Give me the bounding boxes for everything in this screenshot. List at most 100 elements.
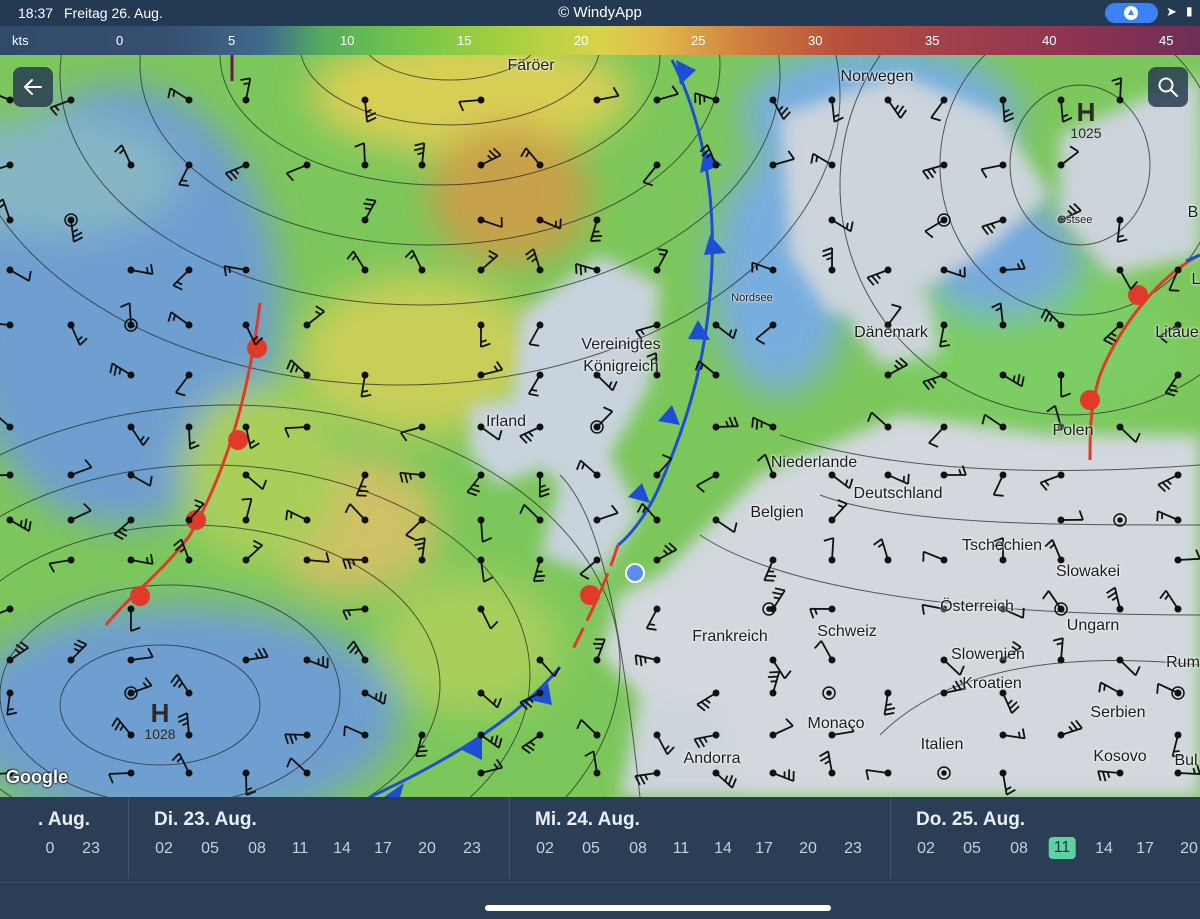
map-label-slowenien: Slowenien [951,646,1025,663]
day-label: Do. 25. Aug. [916,809,1026,830]
legend-tick: 30 [808,33,823,48]
hour-option[interactable]: 02 [917,840,935,858]
legend-tick: 25 [691,33,706,48]
arrow-left-icon [24,79,42,95]
legend-tick: 0 [116,33,124,48]
map-label-daenemark: Dänemark [854,324,928,341]
location-arrow-icon: ➤ [1166,4,1177,19]
map-label-niederlande: Niederlande [770,454,858,471]
map-label-litauen: Litaue [1155,324,1199,341]
map-label-b: B [1187,204,1199,221]
hour-option[interactable]: 23 [463,840,481,858]
location-pill[interactable]: ▲ [1105,3,1158,23]
hour-option[interactable]: 17 [1136,840,1154,858]
current-location-marker[interactable] [625,563,645,583]
legend-tick: 15 [457,33,472,48]
hour-option[interactable]: 23 [844,840,862,858]
hour-option[interactable]: 02 [536,840,554,858]
hour-option[interactable]: 08 [1010,840,1028,858]
map-label-irland: Irland [485,413,527,430]
hour-option[interactable]: 0 [46,840,55,858]
day-separator [128,797,129,879]
map-label-norwegen: Norwegen [840,68,914,85]
status-date: Freitag 26. Aug. [64,5,163,21]
map-label-oesterreich: Österreich [940,598,1014,615]
map-label-faeroer: Färöer [507,57,555,74]
search-icon [1158,77,1178,97]
hour-option[interactable]: 17 [755,840,773,858]
high-pressure-1028: H 1028 [144,700,175,742]
pressure-value: 1025 [1070,125,1102,141]
map-label-serbien: Serbien [1090,704,1146,721]
wind-speed-legend: kts 0 5 10 15 20 25 30 35 40 45 [0,26,1200,55]
day-label: Mi. 24. Aug. [535,809,640,830]
map-label-italien: Italien [920,736,964,753]
signal-icon: ▮ [1186,4,1193,18]
hour-option[interactable]: 11 [292,840,309,858]
timeline-day: Do. 25. Aug. 02 05 08 11 14 17 20 [890,797,1200,882]
map-label-andorra: Andorra [683,750,741,767]
legend-tick: 40 [1042,33,1057,48]
map-label-monaco: Monaco [807,715,865,732]
pressure-value: 1028 [144,726,176,742]
day-label: . Aug. [38,809,91,830]
legend-unit: kts [12,33,29,48]
hour-option[interactable]: 23 [82,840,100,858]
hour-option[interactable]: 05 [582,840,600,858]
map-label-l: L [1191,271,1200,288]
search-button[interactable] [1148,67,1188,107]
hour-option[interactable]: 05 [201,840,219,858]
timeline-day: Mi. 24. Aug. 02 05 08 11 14 17 20 23 [509,797,890,882]
legend-tick: 45 [1159,33,1174,48]
map-label-frankreich: Frankreich [692,628,768,645]
status-time: 18:37 [18,5,54,21]
hour-option[interactable]: 14 [1095,840,1113,858]
hour-option[interactable]: 14 [714,840,732,858]
app-title: © WindyApp [558,4,642,21]
hour-option[interactable]: 08 [629,840,647,858]
high-pressure-1025: H 1025 [1070,99,1101,141]
hour-option[interactable]: 02 [155,840,173,858]
map-label-schweiz: Schweiz [817,623,877,640]
map-label-nordsee: Nordsee [731,292,773,304]
timeline-divider [0,882,1200,883]
hour-option[interactable]: 20 [418,840,436,858]
navigation-arrow-icon: ▲ [1124,6,1138,20]
day-separator [509,797,510,879]
hour-option[interactable]: 11 [673,840,690,858]
hour-option[interactable]: 17 [374,840,392,858]
timeline-day: . Aug. 0 23 [0,797,128,882]
map-label-kroatien: Kroatien [962,675,1022,692]
legend-tick: 5 [228,33,236,48]
status-bar: 18:37 Freitag 26. Aug. © WindyApp ▲ ➤ ▮ [0,0,1200,26]
map-label-polen: Polen [1052,422,1094,439]
hour-option[interactable]: 14 [333,840,351,858]
map-label-deutschland: Deutschland [853,485,943,502]
legend-tick: 35 [925,33,940,48]
map-label-vereinigtes-1: Vereinigtes [581,336,661,353]
hour-option[interactable]: 08 [248,840,266,858]
hour-option[interactable]: 05 [963,840,981,858]
home-indicator[interactable] [485,905,831,911]
day-separator [890,797,891,879]
map-label-kosovo: Kosovo [1093,748,1147,765]
hour-option[interactable]: 20 [799,840,817,858]
timeline: . Aug. 0 23 Di. 23. Aug. 02 05 08 11 14 … [0,797,1200,919]
map-label-rum: Rum [1166,654,1200,671]
back-button[interactable] [13,67,53,107]
map-label-ostsee: Ostsee [1057,214,1093,226]
google-attribution: Google [6,767,68,787]
map-label-belgien: Belgien [750,504,804,521]
map-label-tschechien: Tschechien [961,537,1043,554]
map-label-bul: Bul [1174,752,1198,769]
day-label: Di. 23. Aug. [154,809,257,830]
weather-map[interactable]: Färöer Norwegen Nordsee Dänemark Ostsee … [0,55,1200,797]
map-label-vereinigtes-2: Königreich [583,358,659,375]
legend-tick: 10 [340,33,355,48]
hour-option-selected[interactable]: 11 [1048,837,1076,859]
hour-option[interactable]: 20 [1180,840,1198,858]
pressure-symbol: H [150,698,170,728]
legend-tick: 20 [574,33,589,48]
timeline-day: Di. 23. Aug. 02 05 08 11 14 17 20 23 [128,797,509,882]
pressure-symbol: H [1076,97,1096,127]
